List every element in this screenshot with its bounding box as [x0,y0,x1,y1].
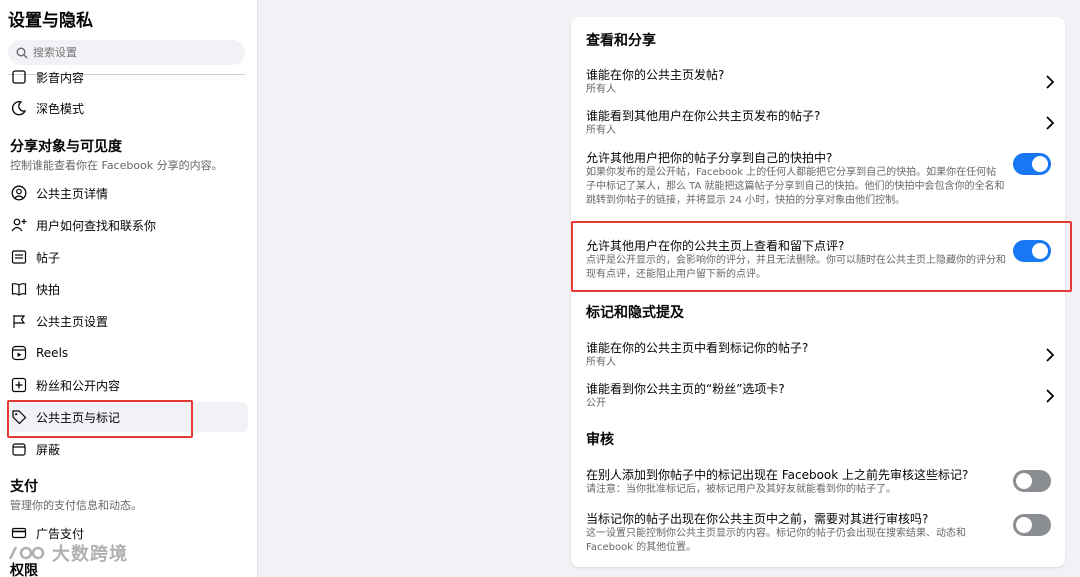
toggle-knob [1032,156,1048,172]
sidebar-item-page-settings[interactable]: 公共主页设置 [8,306,248,336]
sidebar-item-stories[interactable]: 快拍 [8,274,248,304]
chevron-right-icon [1046,75,1055,89]
watermark-logo-icon [8,546,45,560]
row-review-tags: 在别人添加到你帖子中的标记出现在 Facebook 上之前先审核这些标记? 请注… [586,467,1056,501]
sharing-section-desc: 控制谁能查看你在 Facebook 分享的内容。 [10,159,223,172]
review-tagged-posts-toggle[interactable] [1013,514,1051,536]
sidebar-item-posts[interactable]: 帖子 [8,242,248,272]
person-add-icon [10,216,28,234]
media-icon [10,68,28,86]
payments-section-desc: 管理你的支付信息和动态。 [10,499,142,512]
sidebar-item-label: 用户如何查找和联系你 [36,218,157,233]
annotation-highlight-reviews [571,221,1072,292]
sidebar-item-media[interactable]: 影音内容 [8,66,248,86]
sidebar-item-label: 粉丝和公开内容 [36,378,121,393]
row-description: 请注意：当你批准标记后，被标记用户及其好友就能看到你的帖子了。 [586,484,896,495]
sidebar-item-label: 公共主页设置 [36,314,109,329]
sidebar-item-label: 帖子 [36,250,61,265]
sidebar-item-label: 快拍 [36,282,61,297]
sidebar-item-label: 影音内容 [36,71,85,85]
toggle-knob [1016,517,1032,533]
sidebar-item-find-contact[interactable]: 用户如何查找和联系你 [8,210,248,240]
share-to-stories-toggle[interactable] [1013,153,1051,175]
chevron-right-icon [1046,348,1055,362]
row-title: 谁能在你的公共主页中看到标记你的帖子? [586,341,809,355]
book-icon [10,280,28,298]
privacy-settings-card: 查看和分享 谁能在你的公共主页发帖? 所有人 谁能看到其他用户在你公共主页发布的… [571,17,1065,567]
row-description: 如果你发布的是公开帖，Facebook 上的任何人都能把它分享到自己的快拍。如果… [586,167,1005,206]
row-who-can-see-others-posts[interactable]: 谁能看到其他用户在你公共主页发布的帖子? 所有人 [586,108,1056,142]
row-value: 所有人 [586,357,616,368]
payments-section-title: 支付 [10,479,38,495]
person-circle-icon [10,184,28,202]
sidebar-item-page-details[interactable]: 公共主页详情 [8,178,248,208]
row-value: 所有人 [586,125,616,136]
row-description: 这一设置只能控制你公共主页显示的内容。标记你的帖子仍会出现在搜索结果、动态和 F… [586,528,966,553]
chevron-right-icon [1046,389,1055,403]
annotation-highlight-sidebar [7,400,193,438]
row-title: 在别人添加到你帖子中的标记出现在 Facebook 上之前先审核这些标记? [586,468,969,482]
row-review-tagged-posts: 当标记你的帖子出现在你公共主页中之前，需要对其进行审核吗? 这一设置只能控制你公… [586,511,1056,561]
row-title: 谁能看到你公共主页的“粉丝”选项卡? [586,382,785,396]
sidebar-item-label: 公共主页详情 [36,186,109,201]
row-title: 当标记你的帖子出现在你公共主页中之前，需要对其进行审核吗? [586,512,929,526]
sidebar-item-label: Reels [36,346,69,360]
reels-icon [10,344,28,362]
sidebar-item-dark-mode[interactable]: 深色模式 [8,93,248,123]
row-share-to-stories: 允许其他用户把你的帖子分享到自己的快拍中? 如果你发布的是公开帖，Faceboo… [586,150,1056,222]
moon-icon [10,99,28,117]
watermark: 大数跨境 [8,540,128,566]
settings-sidebar: 设置与隐私 影音内容 深色模式 分享对象与可见度 控制谁能查看你在 Facebo… [0,0,258,577]
sidebar-item-followers[interactable]: 粉丝和公开内容 [8,370,248,400]
row-who-can-see-tagged-posts[interactable]: 谁能在你的公共主页中看到标记你的帖子? 所有人 [586,340,1056,374]
sharing-section-title: 分享对象与可见度 [10,139,122,155]
review-section-title: 审核 [586,432,614,448]
row-value: 公开 [586,398,606,409]
row-value: 所有人 [586,84,616,95]
row-who-can-post[interactable]: 谁能在你的公共主页发帖? 所有人 [586,67,1056,101]
post-icon [10,248,28,266]
sidebar-item-label: 广告支付 [36,526,85,541]
sidebar-item-label: 深色模式 [36,101,85,116]
flag-icon [10,312,28,330]
watermark-text: 大数跨境 [52,544,128,565]
toggle-knob [1016,473,1032,489]
row-title: 谁能在你的公共主页发帖? [586,68,725,82]
review-tags-toggle[interactable] [1013,470,1051,492]
view-share-section-title: 查看和分享 [586,33,656,49]
search-box[interactable] [8,40,245,65]
row-title: 允许其他用户把你的帖子分享到自己的快拍中? [586,151,833,165]
row-followers-tab[interactable]: 谁能看到你公共主页的“粉丝”选项卡? 公开 [586,381,1056,415]
sidebar-item-reels[interactable]: Reels [8,338,248,368]
search-input[interactable] [33,46,233,59]
sidebar-item-label: 屏蔽 [36,442,61,457]
chevron-right-icon [1046,116,1055,130]
sidebar-item-blocking[interactable]: 屏蔽 [8,434,248,464]
row-title: 谁能看到其他用户在你公共主页发布的帖子? [586,109,821,123]
search-icon [16,47,28,58]
plus-square-icon [10,376,28,394]
sidebar-title: 设置与隐私 [8,11,93,31]
block-icon [10,440,28,458]
tagging-section-title: 标记和隐式提及 [586,305,684,321]
